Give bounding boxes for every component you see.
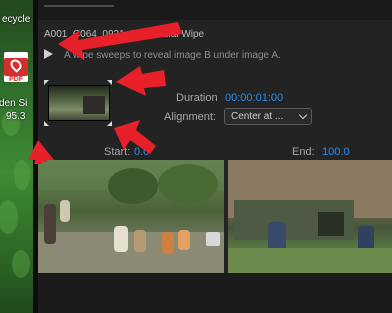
end-frame-preview xyxy=(228,160,392,273)
corner-selector-icon[interactable] xyxy=(107,80,112,85)
corner-selector-icon[interactable] xyxy=(44,121,49,126)
pdf-file-icon[interactable]: PDF xyxy=(4,52,28,83)
end-label: End: xyxy=(292,146,315,158)
panel-footer xyxy=(38,273,392,313)
transition-thumbnail xyxy=(48,85,110,121)
start-frame-preview xyxy=(38,160,224,273)
desktop-file-size-label: 95.3 xyxy=(6,111,26,122)
start-value[interactable]: 0.0 xyxy=(134,146,149,158)
chevron-down-icon xyxy=(298,110,308,120)
start-label: Start: xyxy=(104,146,131,158)
desktop-file-label: den Si xyxy=(0,98,28,109)
transition-preview xyxy=(44,80,112,126)
alignment-label: Alignment: xyxy=(164,111,216,123)
alignment-dropdown[interactable]: Center at ... xyxy=(224,108,312,125)
recycle-bin-label: ecycle xyxy=(2,14,31,25)
effect-description: A wipe sweeps to reveal image B under im… xyxy=(64,50,281,61)
corner-selector-icon[interactable] xyxy=(44,80,49,85)
corner-selector-icon[interactable] xyxy=(107,121,112,126)
play-icon[interactable] xyxy=(44,49,53,59)
duration-label: Duration xyxy=(176,92,218,104)
desktop-background: ecycle PDF den Si 95.3 xyxy=(0,0,33,313)
duration-value[interactable]: 00:00:01:00 xyxy=(225,92,283,104)
effect-controls-panel: A001_C064_0921_01 - Radial Wipe A wipe s… xyxy=(38,0,392,313)
clip-transition-title: A001_C064_0921_01 - Radial Wipe xyxy=(44,29,205,40)
alignment-value: Center at ... xyxy=(231,111,284,122)
panel-header xyxy=(38,0,392,20)
end-value[interactable]: 100.0 xyxy=(322,146,350,158)
